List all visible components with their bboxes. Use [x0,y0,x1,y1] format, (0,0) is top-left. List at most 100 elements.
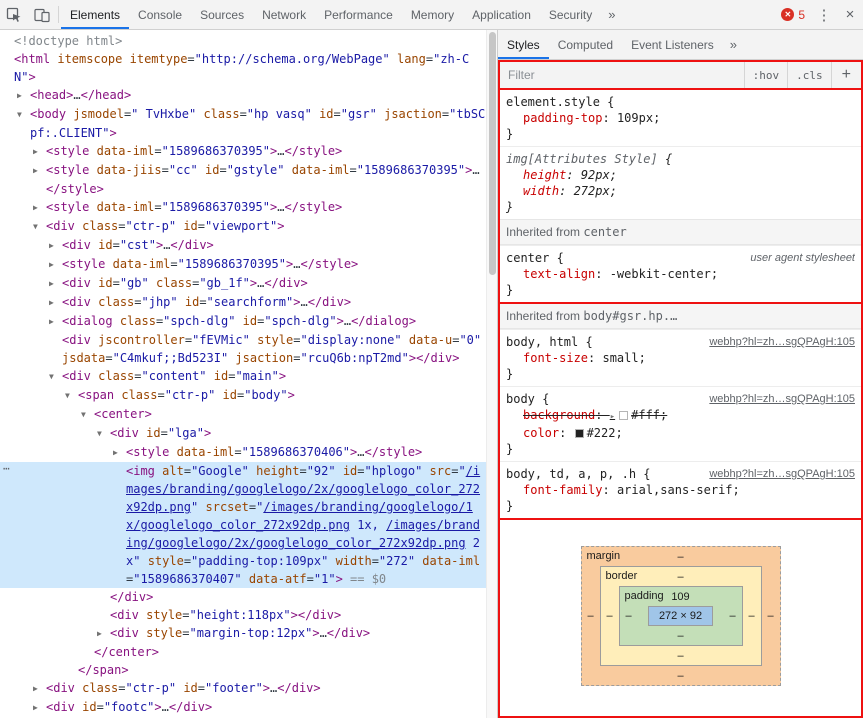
tree-node[interactable]: <img alt="Google" height="92" id="hplogo… [0,462,486,588]
tree-node[interactable]: </center> [0,643,486,661]
margin-left-value[interactable]: – [587,610,593,622]
css-property-value[interactable]: -webkit-center [610,267,711,281]
device-toolbar-icon[interactable] [28,0,56,29]
expand-arrow-icon[interactable]: ▶ [33,143,46,161]
css-property-name[interactable]: background [523,408,595,422]
tree-node[interactable]: <div style="height:118px"></div> [0,606,486,624]
border-left-value[interactable]: – [606,610,612,622]
stylesheet-link[interactable]: webhp?hl=zh…sgQPAgH:105 [709,466,855,482]
expand-arrow-icon[interactable]: ▶ [49,256,62,274]
css-property-name[interactable]: height [523,168,566,182]
border-bottom-value[interactable]: – [677,650,683,662]
tree-node[interactable]: ▶ <dialog class="spch-dlg" id="spch-dlg">… [0,312,486,331]
tree-node[interactable]: <div jscontroller="fEVMic" style="displa… [0,331,486,367]
expand-arrow-icon[interactable]: ▶ [97,625,110,643]
tree-node[interactable]: ▼ <center> [0,405,486,424]
padding-right-value[interactable]: – [729,610,735,622]
stylesheet-link[interactable]: webhp?hl=zh…sgQPAgH:105 [709,334,855,350]
css-property-value[interactable]: #222 [587,426,616,440]
tree-node[interactable]: ▶ <style data-iml="1589686370395">…</styl… [0,198,486,217]
margin-top-value[interactable]: – [677,551,683,563]
styles-tab-styles[interactable]: Styles [498,30,549,59]
collapse-arrow-icon[interactable]: ▼ [97,425,110,443]
tab-memory[interactable]: Memory [402,0,463,29]
tree-node[interactable]: ▼ <div class="content" id="main"> [0,367,486,386]
tab-sources[interactable]: Sources [191,0,253,29]
css-property-name[interactable]: padding-top [523,111,602,125]
expand-arrow-icon[interactable]: ▶ [33,162,46,180]
tree-node[interactable]: ▶ <div style="margin-top:12px">…</div> [0,624,486,643]
css-declaration[interactable]: color: #222; [506,425,855,441]
elements-scrollbar[interactable] [486,30,497,718]
tree-node[interactable]: ▼ <div id="lga"> [0,424,486,443]
border-top-value[interactable]: – [677,571,683,583]
margin-bottom-value[interactable]: – [677,670,683,682]
rule-selector[interactable]: img[Attributes Style] [506,152,658,166]
scrollbar-thumb[interactable] [489,32,496,275]
css-declaration[interactable]: width: 272px; [506,183,855,199]
error-count-badge[interactable]: ✕ 5 [775,8,811,22]
css-property-value[interactable]: arial,sans-serif [617,483,733,497]
tree-node[interactable]: ▶ <head>…</head> [0,86,486,105]
more-actions-icon[interactable]: ⋯ [3,460,11,478]
collapse-arrow-icon[interactable]: ▼ [81,406,94,424]
tab-application[interactable]: Application [463,0,540,29]
rule-selector[interactable]: center [506,251,549,265]
tree-node[interactable]: ▶ <div id="footc">…</div> [0,698,486,717]
inherited-from-selector[interactable]: center [583,225,626,239]
border-right-value[interactable]: – [748,610,754,622]
new-style-rule-button[interactable]: + [830,62,861,88]
expand-arrow-icon[interactable]: ▶ [33,680,46,698]
collapse-arrow-icon[interactable]: ▼ [49,368,62,386]
tree-node[interactable]: </span> [0,661,486,679]
css-property-value[interactable]: 272px [574,184,610,198]
tab-elements[interactable]: Elements [61,0,129,29]
element-classes-button[interactable]: .cls [787,62,831,88]
tab-performance[interactable]: Performance [315,0,402,29]
expand-arrow-icon[interactable]: ▶ [33,699,46,717]
css-property-value[interactable]: #fff [631,408,660,422]
expand-arrow-icon[interactable]: ▶ [49,275,62,293]
devtools-menu-button[interactable]: ⋮ [811,6,837,24]
tree-node[interactable]: ▼ <body jsmodel=" TvHxbe" class="hp vasq"… [0,105,486,142]
tree-node[interactable]: ▶ <div id="cst">…</div> [0,236,486,255]
rule-selector[interactable]: body, html [506,335,578,349]
expand-arrow-icon[interactable]: ▶ [33,199,46,217]
inspect-element-icon[interactable] [0,0,28,29]
expand-arrow-icon[interactable]: ▶ [49,237,62,255]
styles-tab-event-listeners[interactable]: Event Listeners [622,30,723,59]
collapse-arrow-icon[interactable]: ▼ [17,106,30,124]
tree-node[interactable]: ▶ <style data-iml="1589686370395">…</styl… [0,142,486,161]
rule-selector[interactable]: element.style [506,95,600,109]
styles-tab-computed[interactable]: Computed [549,30,622,59]
tree-node[interactable]: ▶ <style data-iml="1589686370406">…</styl… [0,443,486,462]
tree-node[interactable]: ▶ <div class="ctr-p" id="footer">…</div> [0,679,486,698]
color-swatch[interactable] [619,411,629,420]
inherited-from-selector[interactable]: body#gsr.hp.… [583,309,677,323]
css-property-value[interactable]: 92px [581,168,610,182]
tab-network[interactable]: Network [253,0,315,29]
box-model-content[interactable]: 272 × 92 [647,606,714,626]
expand-arrow-icon[interactable]: ▶ [49,294,62,312]
css-declaration[interactable]: font-size: small; [506,350,855,366]
tree-node[interactable]: <html itemscope itemtype="http://schema.… [0,50,486,86]
tree-node[interactable]: ▼ <div class="ctr-p" id="viewport"> [0,217,486,236]
rule-selector[interactable]: body [506,392,535,406]
css-property-name[interactable]: width [523,184,559,198]
color-swatch[interactable] [574,429,584,438]
tree-node[interactable]: <!doctype html> [0,32,486,50]
tree-node[interactable]: ▶ <style data-jiis="cc" id="gstyle" data-… [0,161,486,198]
expand-arrow-icon[interactable]: ▶ [17,87,30,105]
css-declaration[interactable]: text-align: -webkit-center; [506,266,855,282]
css-declaration[interactable]: font-family: arial,sans-serif; [506,482,855,498]
css-declaration[interactable]: height: 92px; [506,167,855,183]
tree-node[interactable]: ▶ <style data-iml="1589686370395">…</styl… [0,255,486,274]
rule-selector[interactable]: body, td, a, p, .h [506,467,636,481]
css-declaration[interactable]: background: ▸ #fff; [506,407,855,425]
tab-console[interactable]: Console [129,0,191,29]
css-property-name[interactable]: text-align [523,267,595,281]
tree-node[interactable]: ▶ <div id="gb" class="gb_1f">…</div> [0,274,486,293]
expand-shorthand-icon[interactable]: ▸ [610,412,615,422]
css-property-value[interactable]: small [602,351,638,365]
padding-bottom-value[interactable]: – [677,630,683,642]
